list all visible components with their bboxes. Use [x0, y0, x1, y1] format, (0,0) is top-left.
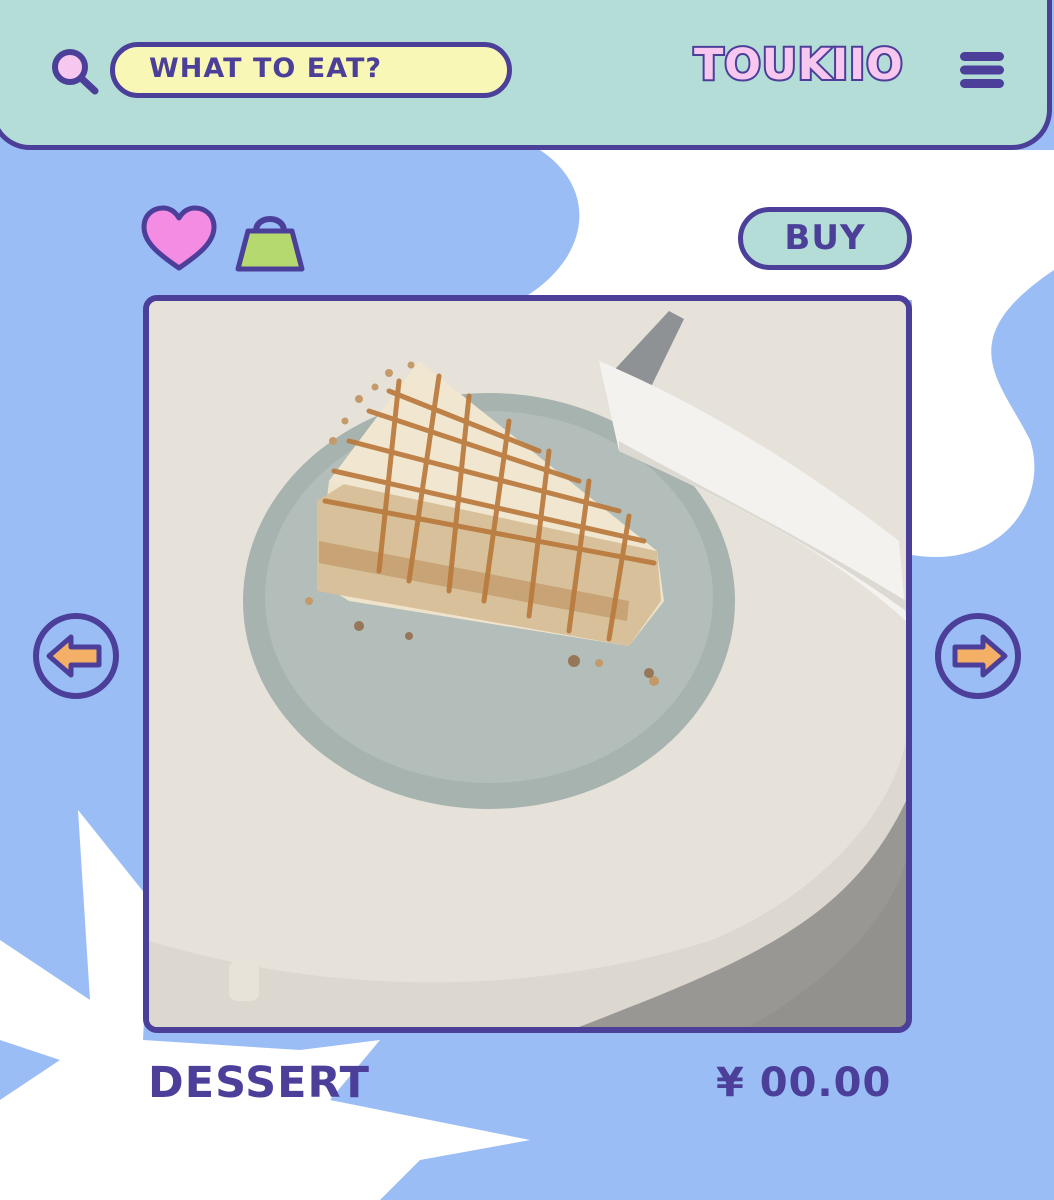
arrow-right-icon[interactable]	[933, 611, 1023, 701]
heart-icon[interactable]	[140, 205, 218, 273]
shopping-bag-icon[interactable]	[234, 205, 306, 273]
buy-button[interactable]: BUY	[738, 207, 912, 270]
product-image	[143, 295, 912, 1033]
brand-logo: TOUKIIO	[692, 38, 905, 92]
search-icon[interactable]	[48, 46, 102, 96]
search-placeholder: WHAT TO EAT?	[149, 53, 383, 84]
cake-photo-illustration	[149, 301, 906, 1027]
menu-icon[interactable]	[958, 50, 1006, 90]
product-price: ¥ 00.00	[716, 1060, 892, 1106]
arrow-left-icon[interactable]	[31, 611, 121, 701]
buy-button-label: BUY	[784, 218, 866, 258]
product-name: DESSERT	[148, 1058, 370, 1108]
search-input[interactable]: WHAT TO EAT?	[110, 42, 512, 98]
